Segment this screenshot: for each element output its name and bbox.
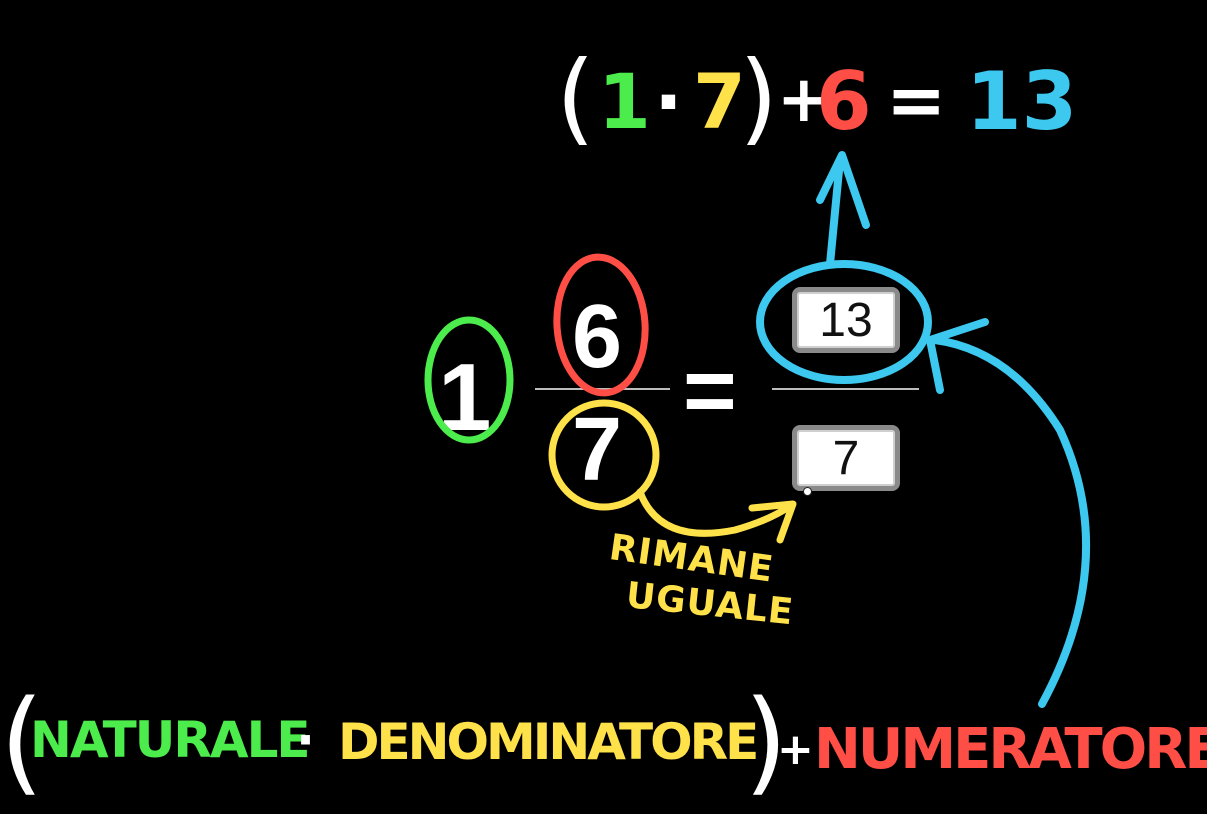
arrow-up-icon bbox=[826, 156, 844, 268]
top-result: 13 bbox=[966, 55, 1078, 148]
denominator-answer-field[interactable] bbox=[792, 425, 900, 491]
top-open-paren: ( bbox=[556, 39, 596, 156]
bottom-naturale: NATURALE bbox=[30, 711, 311, 769]
top-dot: · bbox=[654, 57, 683, 146]
mixed-denominator: 7 bbox=[572, 400, 623, 500]
mixed-whole: 1 bbox=[438, 344, 492, 451]
bottom-numeratore: NUMERATORE bbox=[814, 717, 1207, 782]
top-natural: 1 bbox=[598, 57, 651, 146]
bottom-plus: + bbox=[777, 724, 814, 775]
top-equals: = bbox=[886, 58, 947, 142]
mixed-fraction-line bbox=[535, 388, 670, 390]
top-close-paren: ) bbox=[739, 39, 779, 156]
arrow-curved-right-icon bbox=[636, 488, 794, 537]
bottom-dot: · bbox=[296, 711, 315, 769]
mouse-pointer bbox=[803, 487, 812, 496]
mid-equals: = bbox=[683, 340, 737, 442]
answer-fraction-line bbox=[772, 388, 919, 390]
top-numerator: 6 bbox=[816, 55, 872, 148]
arrow-curved-up-icon bbox=[931, 336, 1091, 708]
top-denominator: 7 bbox=[693, 57, 746, 146]
mixed-numerator: 6 bbox=[572, 287, 623, 387]
whiteboard-canvas: ( 1 · 7 ) + 6 = 13 1 6 7 = RIMANE UGUALE… bbox=[0, 0, 1207, 814]
bottom-denominatore: DENOMINATORE bbox=[338, 713, 759, 771]
numerator-answer-field[interactable] bbox=[792, 287, 900, 353]
